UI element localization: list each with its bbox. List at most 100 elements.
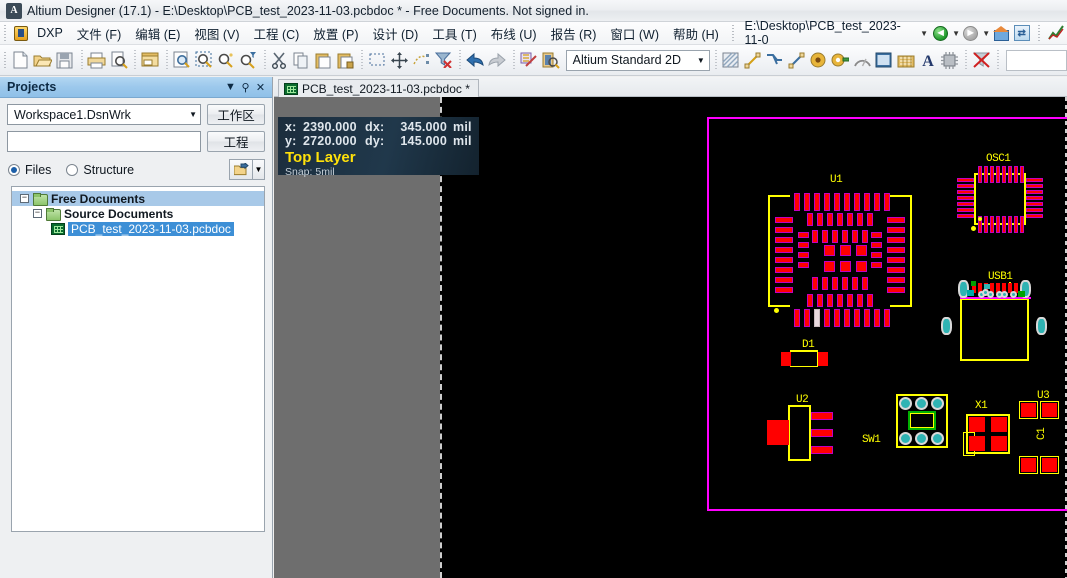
new-document-button[interactable] <box>10 48 32 73</box>
place-component-button[interactable] <box>939 48 961 73</box>
cut-button[interactable] <box>269 48 291 73</box>
project-button[interactable]: 工程 <box>207 131 265 152</box>
cross-probe-button[interactable] <box>518 48 540 73</box>
menu-item-dxp[interactable]: DXP <box>30 23 70 43</box>
place-region-button[interactable] <box>895 48 917 73</box>
menu-item-project[interactable]: 工程 (C) <box>247 21 307 46</box>
chart-button[interactable] <box>1047 24 1066 43</box>
expander-icon[interactable]: − <box>33 209 42 218</box>
print-icon <box>87 52 106 68</box>
component-u2[interactable]: U2 <box>767 394 857 467</box>
workspace-combo[interactable]: Workspace1.DsnWrk ▼ <box>7 104 201 125</box>
menu-grip[interactable] <box>2 25 9 41</box>
pad <box>812 230 818 243</box>
deselect-button[interactable] <box>410 48 432 73</box>
dxp-icon[interactable] <box>13 25 29 41</box>
new-document-icon <box>13 51 28 69</box>
place-fill-button[interactable] <box>873 48 895 73</box>
menu-item-design[interactable]: 设计 (D) <box>365 21 425 46</box>
clear-all-button[interactable] <box>971 48 993 73</box>
back-dropdown-icon[interactable]: ▼ <box>952 29 960 38</box>
pad <box>856 261 867 272</box>
component-d1[interactable]: D1 <box>780 339 840 371</box>
forward-dropdown-icon[interactable]: ▼ <box>982 29 990 38</box>
menu-item-reports[interactable]: 报告 (R) <box>544 21 604 46</box>
project-input[interactable] <box>7 131 201 152</box>
place-string-button[interactable]: A <box>917 48 939 73</box>
toolbar-grip[interactable] <box>2 52 9 68</box>
menu-item-edit[interactable]: 编辑 (E) <box>128 21 187 46</box>
undo-button[interactable] <box>464 48 486 73</box>
nav-back-button[interactable]: ◄ <box>931 24 950 43</box>
chevron-down-icon[interactable]: ▼ <box>223 80 238 95</box>
view-configuration-combo[interactable]: Altium Standard 2D ▼ <box>565 49 710 71</box>
pin-icon[interactable]: ⚲ <box>238 80 253 95</box>
radio-files[interactable] <box>8 163 20 176</box>
place-pad-button[interactable] <box>829 48 851 73</box>
pcb-sheet[interactable]: U1 OSC1 USB1 D1 U2 SW1 X1 U3 C1 <box>440 97 1067 578</box>
component-sw1[interactable]: SW1 <box>862 392 948 458</box>
pcb-canvas-wrapper[interactable]: U1 OSC1 USB1 D1 U2 SW1 X1 U3 C1 x: 2390.… <box>274 97 1067 578</box>
courtyard-br <box>890 305 912 307</box>
close-icon[interactable]: ✕ <box>253 80 268 95</box>
save-button[interactable] <box>54 48 76 73</box>
component-designator: U1 <box>830 174 843 186</box>
tile-windows-button[interactable] <box>140 48 162 73</box>
open-folder-button[interactable] <box>32 48 54 73</box>
paste-special-button[interactable] <box>335 48 357 73</box>
menu-item-help[interactable]: 帮助 (H) <box>666 21 726 46</box>
menu-item-place[interactable]: 放置 (P) <box>306 21 365 46</box>
select-area-icon <box>369 53 385 66</box>
component-osc1[interactable]: OSC1 <box>954 153 1046 245</box>
menu-item-tools[interactable]: 工具 (T) <box>425 21 483 46</box>
zoom-in-button[interactable] <box>215 48 237 73</box>
place-arc-button[interactable] <box>851 48 873 73</box>
explore-button[interactable] <box>229 159 252 180</box>
refresh-button[interactable]: ⇄ <box>1012 24 1031 43</box>
copy-button[interactable] <box>291 48 313 73</box>
component-u3[interactable]: U3 <box>1018 390 1066 425</box>
menu-item-route[interactable]: 布线 (U) <box>484 21 544 46</box>
zoom-filter-button[interactable] <box>237 48 259 73</box>
place-track-button[interactable] <box>764 48 786 73</box>
menu-item-window[interactable]: 窗口 (W) <box>603 21 666 46</box>
paste-button[interactable] <box>313 48 335 73</box>
move-button[interactable] <box>388 48 410 73</box>
pad <box>871 242 882 248</box>
polygon-pour-button[interactable] <box>720 48 742 73</box>
shield-pad <box>1018 291 1025 297</box>
zoom-area-button[interactable] <box>193 48 215 73</box>
clear-filter-button[interactable] <box>432 48 454 73</box>
component-u1[interactable]: U1 <box>762 174 918 327</box>
expander-icon[interactable]: − <box>20 194 29 203</box>
pad <box>807 294 813 307</box>
toolbar-overflow-area[interactable] <box>1006 49 1067 71</box>
place-via-button[interactable] <box>807 48 829 73</box>
interactive-route-button[interactable] <box>785 48 807 73</box>
home-button[interactable] <box>991 24 1010 43</box>
menu-item-file[interactable]: 文件 (F) <box>70 21 128 46</box>
pad <box>794 193 800 211</box>
print-button[interactable] <box>86 48 108 73</box>
path-combo[interactable]: E:\Desktop\PCB_test_2023-11-0 ▼ <box>739 19 930 47</box>
workspace-button[interactable]: 工作区 <box>207 104 265 125</box>
component-x1[interactable]: X1 <box>961 400 1017 458</box>
tree-node-free-documents[interactable]: − Free Documents <box>12 191 264 206</box>
project-tree[interactable]: − Free Documents − Source Documents PCB_… <box>11 186 265 532</box>
tree-node-source-documents[interactable]: − Source Documents <box>12 206 264 221</box>
radio-structure[interactable] <box>66 163 79 176</box>
redo-button[interactable] <box>486 48 508 73</box>
browse-component-button[interactable] <box>540 48 562 73</box>
nav-forward-button[interactable]: ► <box>961 24 980 43</box>
component-c1[interactable]: C1 <box>1018 428 1066 482</box>
document-tab[interactable]: PCB_test_2023-11-03.pcbdoc * <box>278 79 479 97</box>
menu-item-view[interactable]: 视图 (V) <box>187 21 246 46</box>
print-preview-button[interactable] <box>108 48 130 73</box>
place-line-button[interactable] <box>742 48 764 73</box>
zoom-document-button[interactable] <box>171 48 193 73</box>
select-area-button[interactable] <box>367 48 389 73</box>
tree-node-pcb-document[interactable]: PCB_test_2023-11-03.pcbdoc <box>12 221 264 236</box>
explore-dropdown-button[interactable]: ▼ <box>252 159 265 180</box>
pad <box>842 230 848 243</box>
component-usb1[interactable]: USB1 <box>940 271 1048 372</box>
